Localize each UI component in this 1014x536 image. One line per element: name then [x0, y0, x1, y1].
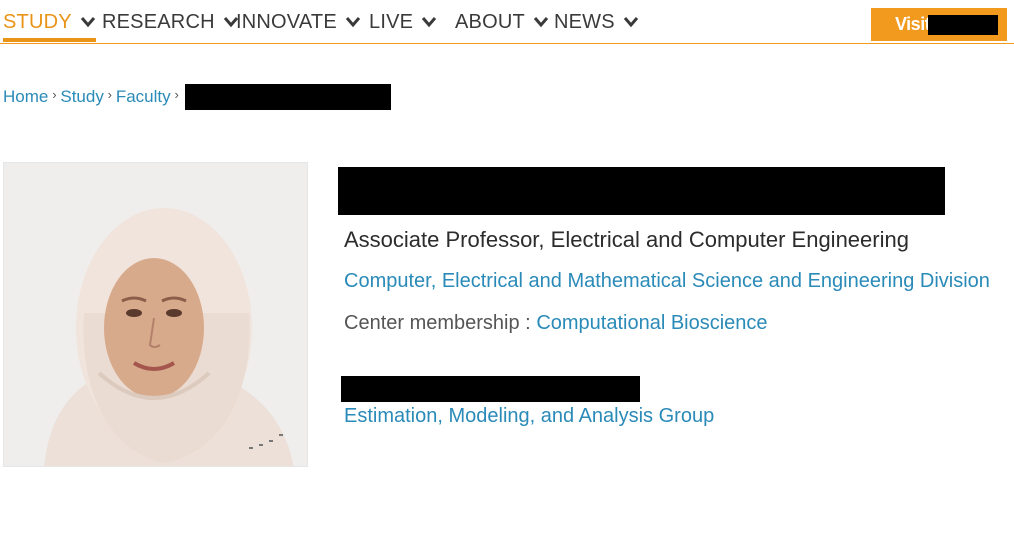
visit-button[interactable]: Visit — [871, 8, 1007, 41]
chevron-down-icon — [422, 17, 437, 28]
nav-item-label: INNOVATE — [236, 11, 337, 33]
chevron-right-icon: › — [174, 86, 179, 102]
nav-item-label: STUDY — [3, 11, 72, 33]
division-link[interactable]: Computer, Electrical and Mathematical Sc… — [344, 270, 990, 293]
position-title: Associate Professor, Electrical and Comp… — [344, 227, 909, 252]
portrait-image — [4, 163, 307, 466]
top-navigation: STUDY RESEARCH INNOVATE LIVE ABOUT NEWS … — [0, 0, 1014, 44]
nav-item-research[interactable]: RESEARCH — [102, 11, 239, 41]
nav-item-live[interactable]: LIVE — [369, 11, 437, 41]
chevron-down-icon — [345, 17, 361, 28]
chevron-right-icon: › — [52, 86, 57, 102]
nav-item-study[interactable]: STUDY — [3, 11, 96, 42]
nav-item-label: LIVE — [369, 11, 414, 33]
nav-item-news[interactable]: NEWS — [554, 11, 639, 41]
center-link[interactable]: Computational Bioscience — [536, 312, 767, 334]
center-membership: Center membership : Computational Biosci… — [344, 312, 768, 335]
nav-item-label: NEWS — [554, 11, 615, 33]
redacted-block — [338, 167, 945, 215]
nav-item-about[interactable]: ABOUT — [455, 11, 549, 41]
nav-item-innovate[interactable]: INNOVATE — [236, 11, 361, 41]
breadcrumb-home[interactable]: Home — [3, 87, 48, 107]
center-membership-label: Center membership : — [344, 312, 531, 334]
faculty-photo — [3, 162, 308, 467]
breadcrumb-study[interactable]: Study — [60, 87, 103, 107]
chevron-right-icon: › — [107, 86, 113, 102]
group-link[interactable]: Estimation, Modeling, and Analysis Group — [344, 405, 714, 428]
chevron-down-icon — [623, 17, 638, 28]
redacted-block — [341, 376, 640, 402]
redacted-block — [184, 84, 391, 110]
nav-item-label: RESEARCH — [102, 11, 215, 33]
breadcrumb: Home › Study › Faculty › — [3, 84, 391, 110]
visit-button-label: Visit — [895, 14, 931, 34]
chevron-down-icon — [80, 17, 95, 28]
redacted-block — [928, 15, 998, 35]
breadcrumb-faculty[interactable]: Faculty — [116, 87, 171, 107]
chevron-down-icon — [533, 17, 549, 28]
nav-item-label: ABOUT — [455, 11, 525, 33]
